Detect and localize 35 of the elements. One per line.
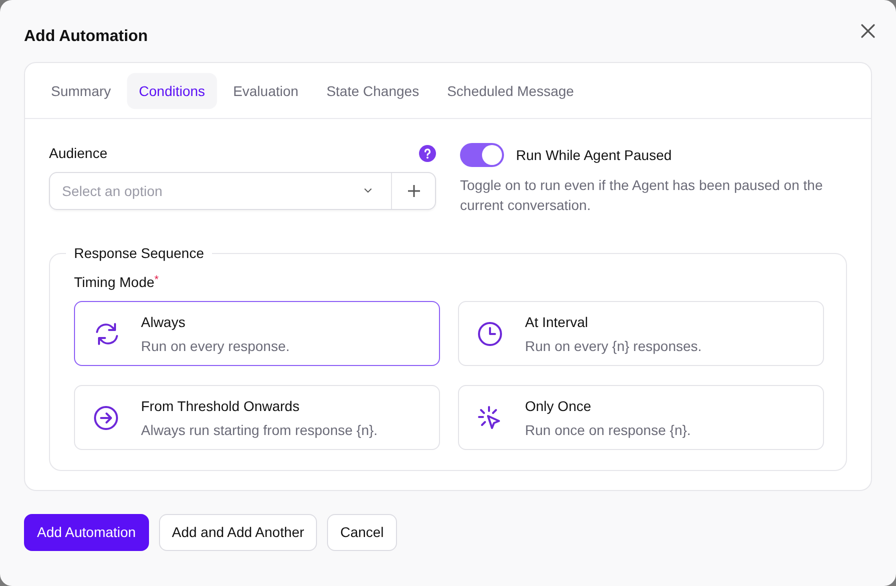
refresh-icon: [93, 320, 119, 346]
option-title: Only Once: [525, 396, 592, 416]
secondary-button[interactable]: Cancel: [327, 514, 397, 551]
tab[interactable]: Evaluation: [221, 73, 310, 109]
audience-select[interactable]: Select an option: [49, 172, 436, 210]
arrow-right-circle-icon: [93, 404, 119, 430]
option-title: From Threshold Onwards: [141, 396, 300, 416]
toggle-switch[interactable]: [460, 143, 504, 167]
toggle-label: Run While Agent Paused: [516, 146, 672, 165]
option-title: Always: [141, 312, 186, 332]
required-mark: *: [154, 274, 159, 286]
help-icon[interactable]: [419, 145, 436, 162]
timing-option[interactable]: At Interval Run on every {n} responses.: [458, 301, 824, 366]
secondary-button[interactable]: Add and Add Another: [158, 514, 318, 551]
help-text: Toggle on to run even if the Agent has been paused on the current conversation.: [460, 176, 824, 215]
dialog-title: Add Automation: [24, 27, 149, 47]
timing-option[interactable]: From Threshold Onwards Always run starting from response {n}.: [74, 385, 440, 450]
tab[interactable]: State Changes: [314, 73, 432, 109]
primary-button[interactable]: Add Automation: [24, 514, 149, 551]
field-label: Timing Mode: [74, 274, 154, 290]
tab[interactable]: Conditions: [126, 73, 218, 109]
plus-icon: [406, 184, 420, 198]
option-description: Run once on response {n}.: [525, 420, 691, 440]
cursor-click-icon: [477, 404, 503, 430]
option-title: At Interval: [525, 312, 590, 332]
select-field[interactable]: Select an option: [50, 173, 361, 209]
option-description: Run on every response.: [141, 336, 290, 356]
timing-option[interactable]: Only Once Run once on response {n}.: [458, 385, 824, 450]
tab[interactable]: Summary: [39, 73, 123, 109]
option-description: Run on every {n} responses.: [525, 336, 702, 356]
option-description: Always run starting from response {n}.: [141, 420, 378, 440]
clock-icon: [477, 320, 503, 346]
timing-option[interactable]: Always Run on every response.: [74, 301, 440, 366]
tab[interactable]: Scheduled Message: [435, 73, 586, 109]
field-label: Audience: [49, 144, 108, 163]
